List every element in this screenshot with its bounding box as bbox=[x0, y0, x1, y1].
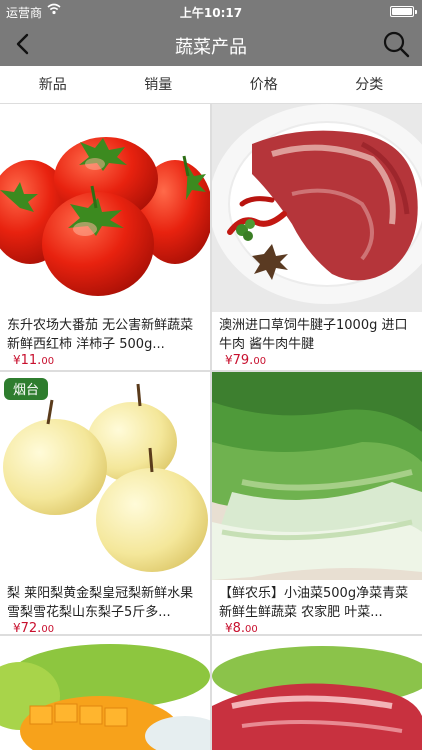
product-name: 梨 莱阳梨黄金梨皇冠梨新鲜水果 雪梨雪花梨山东梨子5斤多... bbox=[7, 586, 194, 620]
search-icon[interactable] bbox=[382, 30, 410, 58]
product-image-tomatoes bbox=[0, 104, 210, 312]
page-title: 蔬菜产品 bbox=[175, 37, 247, 58]
product-card[interactable] bbox=[212, 636, 422, 750]
product-name: 澳洲进口草饲牛腱子1000g 进口牛肉 酱牛肉牛腱 bbox=[219, 318, 408, 352]
tab-price[interactable]: 价格 bbox=[211, 66, 317, 103]
product-card[interactable]: 【鲜农乐】小油菜500g净菜青菜 新鲜生鲜蔬菜 农家肥 叶菜... ¥8.00 bbox=[212, 372, 422, 634]
product-price: ¥8.00 bbox=[225, 621, 258, 634]
tab-new[interactable]: 新品 bbox=[0, 66, 106, 103]
product-image-beef-shank bbox=[212, 104, 422, 312]
product-image-bok-choy bbox=[212, 372, 422, 580]
product-card[interactable] bbox=[0, 636, 210, 750]
product-name: 【鲜农乐】小油菜500g净菜青菜 新鲜生鲜蔬菜 农家肥 叶菜... bbox=[219, 586, 409, 620]
product-image-beef bbox=[212, 636, 422, 750]
product-image-mango bbox=[0, 636, 210, 750]
product-card[interactable]: 烟台 梨 莱阳梨黄金梨皇冠梨新鲜水果 雪梨雪花梨山东梨子5斤多... ¥72.0… bbox=[0, 372, 210, 634]
tab-sales[interactable]: 销量 bbox=[106, 66, 212, 103]
battery-icon bbox=[390, 6, 417, 17]
status-time: 上午10:17 bbox=[179, 6, 243, 20]
navigation-bar: 蔬菜产品 bbox=[0, 22, 422, 66]
product-price: ¥72.00 bbox=[13, 621, 55, 634]
product-grid: 东升农场大番茄 无公害新鲜蔬菜 新鲜西红柿 洋柿子 500g... ¥11.00 bbox=[0, 104, 422, 750]
product-card[interactable]: 东升农场大番茄 无公害新鲜蔬菜 新鲜西红柿 洋柿子 500g... ¥11.00 bbox=[0, 104, 210, 370]
product-card[interactable]: 澳洲进口草饲牛腱子1000g 进口牛肉 酱牛肉牛腱 ¥79.00 bbox=[212, 104, 422, 370]
tab-category[interactable]: 分类 bbox=[317, 66, 422, 103]
product-price: ¥79.00 bbox=[225, 353, 267, 368]
brand-logo: 烟台 bbox=[13, 383, 39, 398]
status-bar: 运营商 上午10:17 bbox=[0, 0, 422, 22]
product-image-pears: 烟台 bbox=[0, 372, 210, 580]
product-price: ¥11.00 bbox=[13, 353, 55, 368]
sort-tabs: 新品 销量 价格 分类 bbox=[0, 66, 422, 104]
product-name: 东升农场大番茄 无公害新鲜蔬菜 新鲜西红柿 洋柿子 500g... bbox=[7, 318, 194, 352]
